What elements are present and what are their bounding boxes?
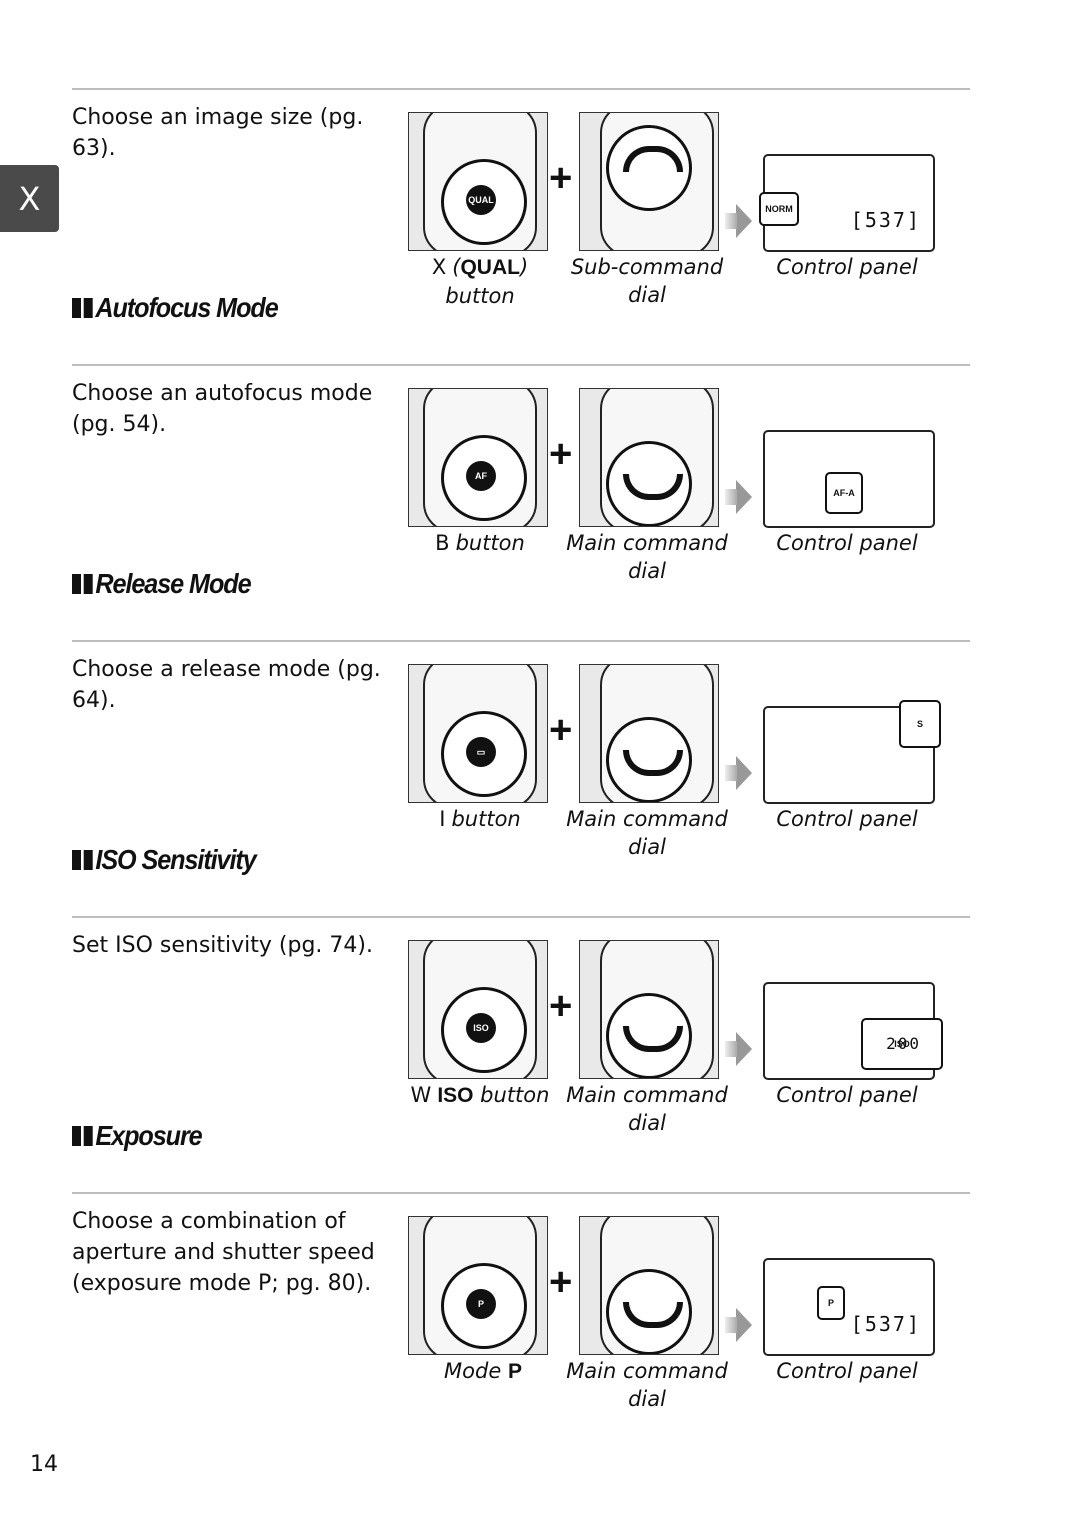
result-arrow-icon xyxy=(725,1308,752,1342)
camera-button-icon: ▭ xyxy=(466,737,496,767)
result-arrow-icon xyxy=(725,204,752,238)
caption-line: Sub-command xyxy=(570,255,724,279)
rotate-arrow-icon xyxy=(623,474,683,500)
caption-line: Main command xyxy=(566,1083,728,1107)
control-panel-display: NORM [537] xyxy=(759,154,935,252)
camera-button-icon: ISO xyxy=(466,1013,496,1043)
step-description: Choose a release mode (pg. 64). xyxy=(72,657,381,713)
dial-caption: Main command dial xyxy=(562,529,732,585)
caption-line: Main command xyxy=(566,807,728,831)
dial-caption: Sub-command dial xyxy=(562,253,732,309)
step-description: Choose an autofocus mode (pg. 54). xyxy=(72,381,373,437)
section-heading: Exposure xyxy=(72,1120,203,1152)
button-caption: X (QUAL) button xyxy=(395,253,565,310)
section-heading-text: Autofocus Mode xyxy=(95,292,278,323)
plus-icon: + xyxy=(549,432,573,476)
section-divider xyxy=(72,1192,970,1194)
command-dial-illustration xyxy=(579,940,719,1079)
button-symbol: X xyxy=(431,255,447,279)
result-arrow-icon xyxy=(725,480,752,514)
button-symbol: B xyxy=(435,531,450,555)
button-caption: W ISO button xyxy=(395,1081,565,1110)
command-dial-illustration xyxy=(579,388,719,527)
section-heading-text: Exposure xyxy=(95,1120,202,1151)
highlighted-indicator: P xyxy=(817,1286,845,1320)
caption-bold: P xyxy=(507,1360,522,1383)
plus-icon: + xyxy=(549,1260,573,1304)
camera-button-illustration: QUAL xyxy=(408,112,548,251)
control-panel-display: S xyxy=(763,700,941,804)
caption-line: dial xyxy=(628,1111,666,1135)
step-description: Choose a combination of aperture and shu… xyxy=(72,1209,375,1296)
section-heading-text: ISO Sensitivity xyxy=(95,844,256,875)
caption-line: Main command xyxy=(566,531,728,555)
highlighted-indicator: NORM xyxy=(759,192,799,226)
panel-caption: Control panel xyxy=(776,255,918,279)
rotate-arrow-icon xyxy=(623,1026,683,1052)
plus-icon: + xyxy=(549,984,573,1028)
camera-button-illustration: AF xyxy=(408,388,548,527)
caption-line: dial xyxy=(628,1387,666,1411)
button-symbol: W xyxy=(410,1083,432,1107)
dial-caption: Main command dial xyxy=(562,1081,732,1137)
panel-caption: Control panel xyxy=(776,807,918,831)
plus-icon: + xyxy=(549,708,573,752)
caption-bold: ISO xyxy=(437,1084,474,1107)
page-number: 14 xyxy=(30,1452,58,1477)
button-caption: Bbutton xyxy=(395,529,565,558)
camera-button-icon: AF xyxy=(466,461,496,491)
panel-readout: [537] xyxy=(850,1312,921,1336)
caption-text: button xyxy=(451,807,521,831)
camera-button-icon: QUAL xyxy=(466,185,496,215)
camera-button-icon: P xyxy=(466,1289,496,1319)
manual-page: X Choose an image size (pg. 63). QUAL + N… xyxy=(0,0,1080,1529)
panel-caption: Control panel xyxy=(776,1083,918,1107)
caption-text: button xyxy=(473,1083,550,1107)
section-heading-text: Release Mode xyxy=(95,568,251,599)
camera-button-illustration: ISO xyxy=(408,940,548,1079)
plus-icon: + xyxy=(549,156,573,200)
result-arrow-icon xyxy=(725,1032,752,1066)
rotate-arrow-icon xyxy=(623,1302,683,1328)
rotate-arrow-icon xyxy=(623,750,683,776)
panel-caption: Control panel xyxy=(776,1359,918,1383)
dial-caption: Main command dial xyxy=(562,1357,732,1413)
panel-caption: Control panel xyxy=(776,531,918,555)
section-divider xyxy=(72,640,970,642)
camera-button-illustration: ▭ xyxy=(408,664,548,803)
caption-line: Main command xyxy=(566,1359,728,1383)
button-caption: Mode P xyxy=(395,1357,565,1386)
section-divider xyxy=(72,364,970,366)
command-dial-illustration xyxy=(579,112,719,251)
caption-text: Mode xyxy=(444,1359,508,1383)
section-divider xyxy=(72,916,970,918)
caption-line: dial xyxy=(628,559,666,583)
step-description: Set ISO sensitivity (pg. 74). xyxy=(72,933,373,958)
caption-line: dial xyxy=(628,283,666,307)
command-dial-illustration xyxy=(579,1216,719,1355)
button-caption: Ibutton xyxy=(395,805,565,834)
control-panel-display: AF-A xyxy=(763,430,935,528)
chapter-tab: X xyxy=(0,165,59,232)
caption-text: button xyxy=(455,531,525,555)
highlighted-indicator: AF-A xyxy=(825,472,863,514)
button-symbol: I xyxy=(439,807,446,831)
caption-bold: QUAL xyxy=(460,256,520,279)
highlighted-indicator: S xyxy=(899,700,941,748)
section-heading: Autofocus Mode xyxy=(72,292,279,324)
camera-button-illustration: P xyxy=(408,1216,548,1355)
panel-readout: 200 xyxy=(886,1034,921,1053)
section-heading: Release Mode xyxy=(72,568,252,600)
result-arrow-icon xyxy=(725,756,752,790)
section-divider xyxy=(72,88,970,90)
dial-caption: Main command dial xyxy=(562,805,732,861)
section-heading: ISO Sensitivity xyxy=(72,844,257,876)
control-panel-display: P [537] xyxy=(763,1258,935,1356)
command-dial-illustration xyxy=(579,664,719,803)
rotate-arrow-icon xyxy=(623,146,683,172)
control-panel-display: ISO 200 xyxy=(763,982,943,1080)
step-description: Choose an image size (pg. 63). xyxy=(72,105,364,161)
caption-line: dial xyxy=(628,835,666,859)
panel-readout: [537] xyxy=(850,208,921,232)
